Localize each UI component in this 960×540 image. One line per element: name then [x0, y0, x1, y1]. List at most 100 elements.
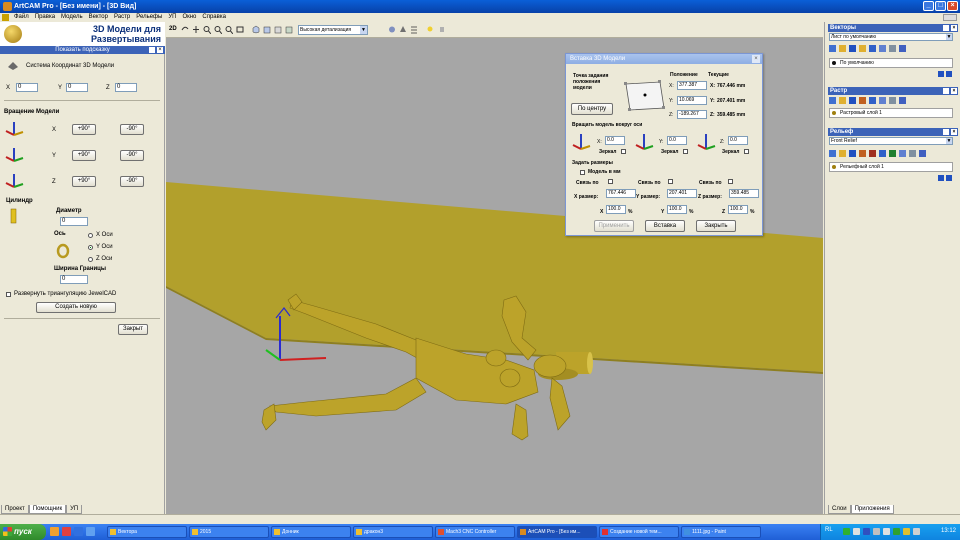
- layer-icon[interactable]: [879, 150, 886, 157]
- menu-edit[interactable]: Правка: [32, 13, 58, 22]
- dialog-close-button[interactable]: Закрыть: [696, 220, 736, 232]
- taskbar-item[interactable]: Mach3 CNC Controller: [435, 526, 515, 538]
- link-x-checkbox[interactable]: [608, 179, 613, 184]
- save-icon[interactable]: [849, 45, 856, 52]
- rotate-view-icon[interactable]: [181, 25, 189, 34]
- position-y-input[interactable]: 10.069: [677, 96, 707, 105]
- arrow-up-icon[interactable]: [938, 175, 944, 181]
- move-up-icon[interactable]: [879, 97, 886, 104]
- zoom-in-icon[interactable]: [203, 25, 211, 34]
- border-width-input[interactable]: 0: [60, 275, 88, 284]
- mirror-y-checkbox[interactable]: [683, 149, 688, 154]
- ie-icon[interactable]: [74, 527, 83, 536]
- taskbar-item[interactable]: Вектора: [107, 526, 187, 538]
- open-folder-icon[interactable]: [839, 45, 846, 52]
- unwrap-jewelcad-checkbox[interactable]: [6, 292, 11, 297]
- new-layer-icon[interactable]: [829, 45, 836, 52]
- y-origin-input[interactable]: 0: [66, 83, 88, 92]
- anchor-point-picker[interactable]: [620, 76, 668, 116]
- close-icon[interactable]: ×: [951, 129, 957, 135]
- tray-icon[interactable]: [843, 528, 850, 535]
- properties-icon[interactable]: [899, 45, 906, 52]
- tray-icon[interactable]: [893, 528, 900, 535]
- open-folder-icon[interactable]: [839, 150, 846, 157]
- rotate-z-input[interactable]: 0.0: [728, 136, 748, 145]
- pan-view-icon[interactable]: [192, 25, 200, 34]
- x-size-input[interactable]: 767.446: [606, 189, 636, 198]
- y-percent-input[interactable]: 100.0: [667, 205, 687, 214]
- axis-x-radio[interactable]: [88, 233, 93, 238]
- side-view-icon[interactable]: [285, 25, 293, 34]
- pin-icon[interactable]: [943, 25, 949, 31]
- taskbar-item[interactable]: Донник: [271, 526, 351, 538]
- minimize-button[interactable]: _: [923, 1, 934, 11]
- x-percent-input[interactable]: 100.0: [606, 205, 626, 214]
- taskbar-item-active[interactable]: ArtCAM Pro - [Без им...: [517, 526, 597, 538]
- new-layer-icon[interactable]: [829, 97, 836, 104]
- restore-document-button[interactable]: [943, 14, 957, 21]
- relief-icon[interactable]: [859, 150, 866, 157]
- taskbar-item[interactable]: Создание новой тем...: [599, 526, 679, 538]
- move-up-icon[interactable]: [879, 45, 886, 52]
- relief-select[interactable]: Front Relief ▼: [829, 137, 953, 145]
- close-icon[interactable]: ×: [951, 88, 957, 94]
- arrow-up-icon[interactable]: [938, 71, 944, 77]
- tab-assistant[interactable]: Помощник: [28, 505, 67, 514]
- light-icon[interactable]: [426, 25, 434, 34]
- top-view-icon[interactable]: [263, 25, 271, 34]
- mirror-z-checkbox[interactable]: [744, 149, 749, 154]
- grid-icon[interactable]: [410, 25, 418, 34]
- model-mm-checkbox[interactable]: [580, 170, 585, 175]
- rotate-x-minus90-button[interactable]: -90°: [120, 124, 144, 135]
- settings-icon[interactable]: [438, 25, 446, 34]
- menu-toolpaths[interactable]: УП: [165, 13, 179, 22]
- folder-icon[interactable]: [859, 45, 866, 52]
- menu-model[interactable]: Модель: [58, 13, 86, 22]
- arrow-down-icon[interactable]: [946, 71, 952, 77]
- rotate-y-input[interactable]: 0.0: [667, 136, 687, 145]
- raster-layer-row[interactable]: Растровый слой 1: [829, 108, 953, 118]
- chevron-down-icon[interactable]: ▼: [946, 138, 952, 144]
- vectors-layer-row[interactable]: По умолчанию: [829, 58, 953, 68]
- z-size-input[interactable]: 359.485: [729, 189, 759, 198]
- delete-icon[interactable]: [889, 45, 896, 52]
- combine-icon[interactable]: [869, 150, 876, 157]
- delete-icon[interactable]: [889, 97, 896, 104]
- tab-applications[interactable]: Приложения: [850, 505, 894, 514]
- position-z-input[interactable]: -189.267: [677, 110, 707, 119]
- volume-icon[interactable]: [903, 528, 910, 535]
- menu-reliefs[interactable]: Рельефы: [133, 13, 165, 22]
- menu-file[interactable]: Файл: [11, 13, 32, 22]
- rotate-y-plus90-button[interactable]: +90°: [72, 150, 96, 161]
- z-percent-input[interactable]: 100.0: [728, 205, 748, 214]
- z-origin-input[interactable]: 0: [115, 83, 137, 92]
- properties-icon[interactable]: [899, 97, 906, 104]
- close-icon[interactable]: ×: [157, 47, 163, 53]
- network-icon[interactable]: [883, 528, 890, 535]
- close-window-button[interactable]: ×: [947, 1, 958, 11]
- opera-icon[interactable]: [62, 527, 71, 536]
- position-x-input[interactable]: 377.387: [677, 81, 707, 90]
- relief-layer-row[interactable]: Рельефный слой 1: [829, 162, 953, 172]
- material-icon[interactable]: [399, 25, 407, 34]
- close-icon[interactable]: ×: [951, 25, 957, 31]
- chevron-down-icon[interactable]: ▼: [946, 34, 952, 40]
- rotate-z-plus90-button[interactable]: +90°: [72, 176, 96, 187]
- pin-icon[interactable]: [943, 88, 949, 94]
- menu-raster[interactable]: Растр: [111, 13, 133, 22]
- detail-level-select[interactable]: Высокая детализация ▼: [298, 25, 368, 35]
- document-icon[interactable]: [2, 14, 9, 21]
- menu-window[interactable]: Окно: [179, 13, 199, 22]
- pin-icon[interactable]: [943, 129, 949, 135]
- menu-vector[interactable]: Вектор: [86, 13, 111, 22]
- browser-icon[interactable]: [50, 527, 59, 536]
- center-button[interactable]: По центру: [571, 103, 613, 115]
- maximize-button[interactable]: □: [935, 1, 946, 11]
- zoom-out-icon[interactable]: [214, 25, 222, 34]
- show-desktop-icon[interactable]: [86, 527, 95, 536]
- zoom-all-icon[interactable]: [225, 25, 233, 34]
- rotate-x-plus90-button[interactable]: +90°: [72, 124, 96, 135]
- tab-project[interactable]: Проект: [1, 505, 29, 514]
- start-button[interactable]: пуск: [0, 524, 46, 540]
- tray-icon[interactable]: [863, 528, 870, 535]
